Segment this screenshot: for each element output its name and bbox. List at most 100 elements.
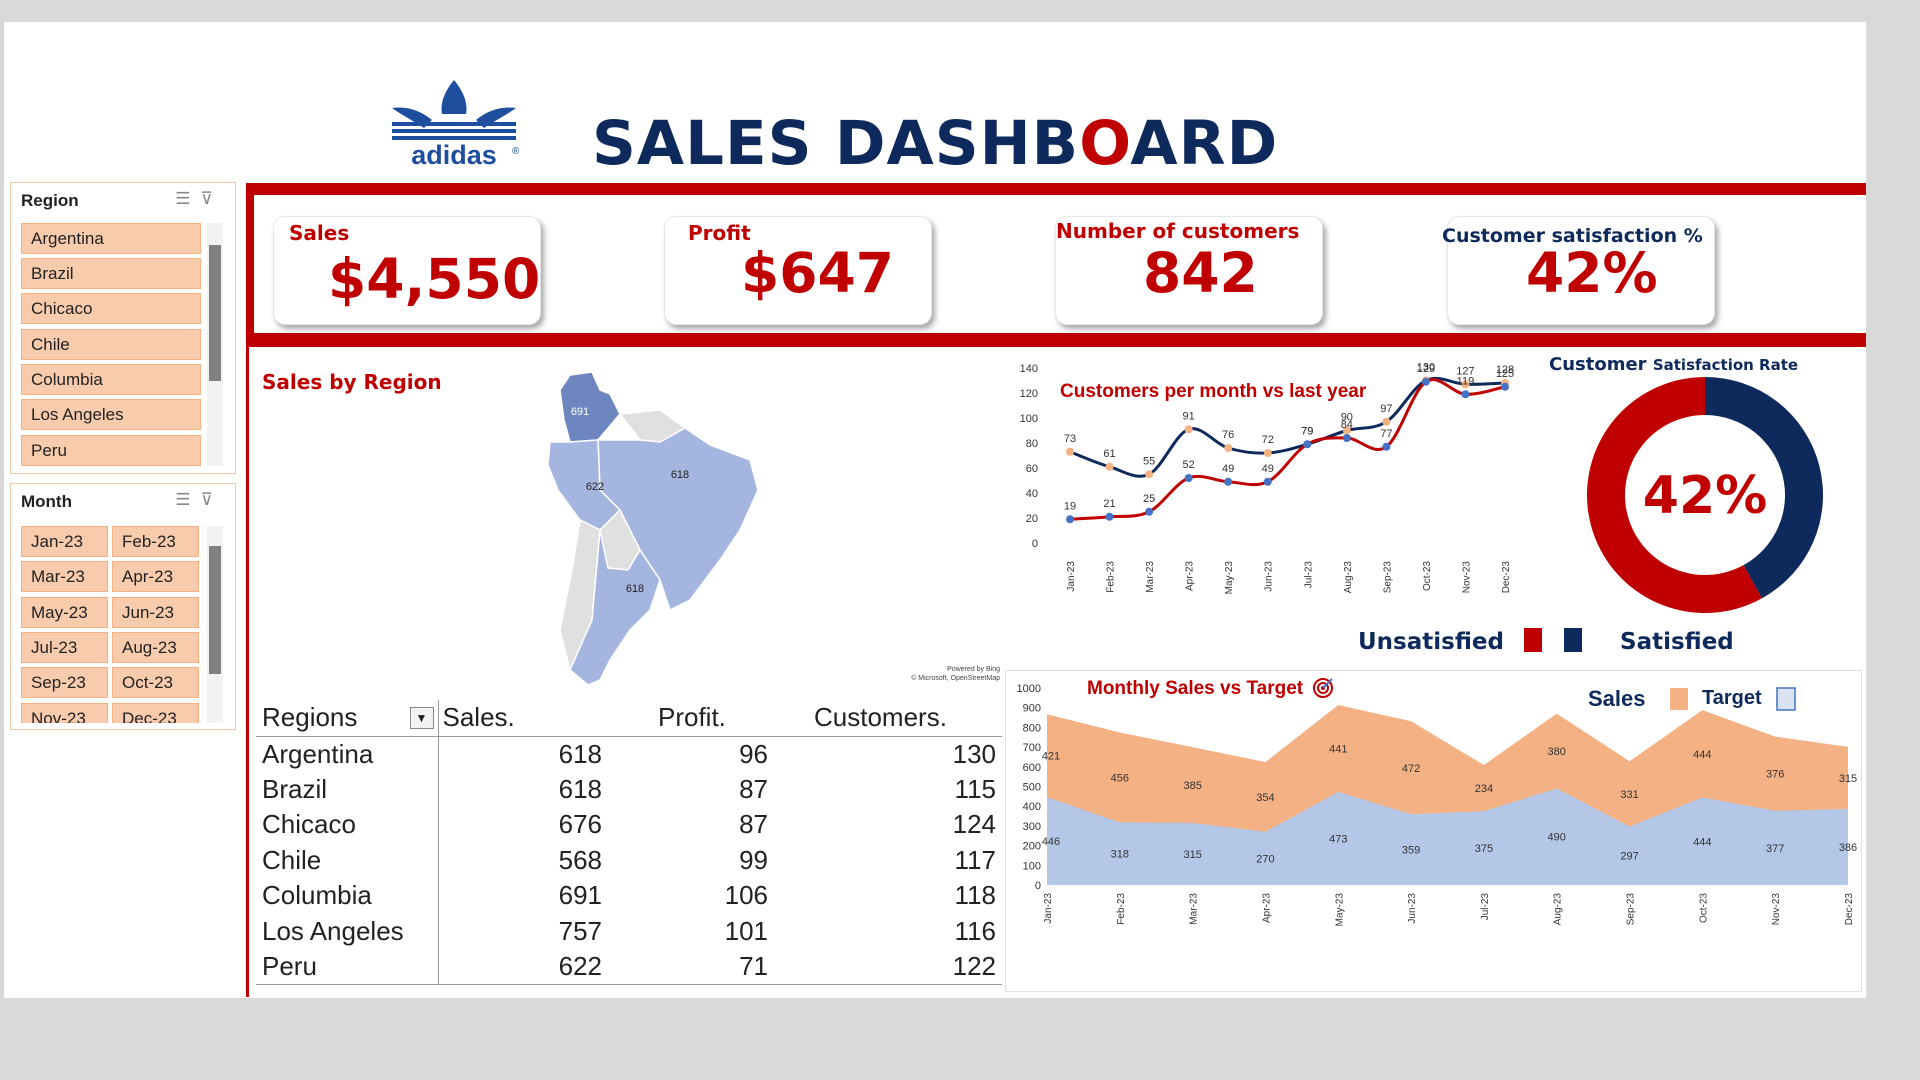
region-slicer: Region ☰⊽ Argentina Brazil Chicaco Chile… (10, 182, 236, 474)
slicer-item-month[interactable]: Jun-23 (112, 597, 199, 628)
slicer-item-month[interactable]: Jan-23 (21, 526, 108, 557)
clear-filter-icon[interactable]: ⊽ (201, 490, 223, 509)
data-label: 473 (1329, 833, 1347, 845)
legend-swatch-unsatisfied (1523, 628, 1542, 652)
slicer-item-month[interactable]: Mar-23 (21, 561, 108, 592)
multi-select-icon[interactable]: ☰ (175, 189, 200, 208)
slicer-item-region[interactable]: Columbia (21, 364, 201, 395)
legend-label-unsatisfied: Unsatisfied (1358, 629, 1504, 655)
slicer-item-month[interactable]: Nov-23 (21, 703, 108, 723)
slicer-item-region[interactable]: Peru (21, 435, 201, 466)
slicer-item-month[interactable]: Aug-23 (112, 632, 199, 663)
column-header-regions[interactable]: Regions ▼ (256, 700, 439, 737)
data-point (1303, 440, 1312, 449)
slicer-item-month[interactable]: Sep-23 (21, 667, 108, 698)
donut-title: Customer Satisfaction Rate (1549, 354, 1799, 375)
x-tick-label: Apr-23 (1185, 561, 1196, 591)
slicer-item-region[interactable]: Chicaco (21, 293, 201, 324)
data-point (1501, 382, 1509, 391)
brand-registered-mark: ® (512, 146, 520, 157)
data-label: 97 (1380, 403, 1392, 415)
data-label: 73 (1064, 433, 1076, 445)
x-tick-label: Oct-23 (1698, 893, 1709, 923)
data-label: 375 (1475, 843, 1493, 855)
target-icon (1313, 678, 1333, 698)
slicer-item-month[interactable]: Feb-23 (112, 526, 199, 557)
filter-dropdown-icon[interactable]: ▼ (409, 707, 434, 729)
slicer-item-region[interactable]: Brazil (21, 258, 201, 289)
y-tick-label: 120 (1020, 388, 1038, 400)
map-title: Sales by Region (262, 370, 442, 394)
map-label: 691 (571, 406, 589, 418)
data-point (1382, 417, 1391, 426)
slicer-scrollbar[interactable] (207, 223, 223, 466)
data-label: 380 (1548, 746, 1566, 758)
slicer-scrollbar[interactable] (207, 526, 223, 723)
data-label: 331 (1620, 789, 1638, 801)
multi-select-icon[interactable]: ☰ (175, 490, 200, 509)
kpi-value: 842 (1143, 241, 1258, 305)
slicer-item-month[interactable]: May-23 (21, 597, 108, 628)
y-tick-label: 140 (1020, 363, 1038, 375)
kpi-band-left-border (246, 183, 254, 347)
column-header-customers[interactable]: Customers. (774, 700, 1002, 737)
slicer-item-month[interactable]: Apr-23 (112, 561, 199, 592)
data-label: 72 (1262, 434, 1274, 446)
customers-line-chart[interactable]: Customers per month vs last year 0 20 40 60… (1005, 355, 1525, 605)
kpi-value: $647 (741, 241, 895, 305)
kpi-card-customers: Number of customers 842 (1055, 216, 1323, 325)
y-tick-label: 80 (1026, 438, 1038, 450)
table-row: Chicaco 676 87 124 (256, 807, 1002, 843)
slicer-item-region[interactable]: Argentina (21, 223, 201, 254)
data-label: 376 (1766, 769, 1784, 781)
data-label: 315 (1183, 849, 1201, 861)
table-row: Los Angeles 757 101 116 (256, 913, 1002, 949)
scrollbar-thumb[interactable] (209, 245, 221, 381)
column-header-profit[interactable]: Profit. (608, 700, 774, 737)
legend-label-sales: Sales (1588, 686, 1646, 711)
kpi-value: 42% (1526, 241, 1658, 305)
legend-label-target: Target (1702, 687, 1762, 709)
scrollbar-thumb[interactable] (209, 546, 221, 674)
kpi-value: $4,550 (328, 247, 541, 311)
slicer-item-region[interactable]: Chile (21, 329, 201, 360)
data-label: 49 (1222, 463, 1234, 475)
legend-swatch-target (1670, 688, 1688, 710)
kpi-band-bottom-border (246, 333, 1866, 347)
south-america-map[interactable]: 691 618 622 618 (500, 370, 770, 690)
y-tick-label: 300 (1023, 821, 1041, 833)
x-tick-label: May-23 (1224, 561, 1235, 595)
table-header-row: Regions ▼ Sales. Profit. Customers. (256, 700, 1002, 737)
brand-wordmark: adidas (411, 140, 497, 170)
clear-filter-icon[interactable]: ⊽ (201, 189, 223, 208)
x-tick-label: Feb-23 (1116, 893, 1127, 925)
slicer-title: Month (21, 492, 72, 511)
data-label: 25 (1143, 493, 1155, 505)
monthly-sales-area-chart[interactable]: Monthly Sales vs Target Sales Target 0 10… (1005, 670, 1862, 992)
slicer-item-month[interactable]: Oct-23 (112, 667, 199, 698)
data-point (1342, 434, 1351, 442)
slicer-item-region[interactable]: Los Angeles (21, 399, 201, 430)
data-label: 318 (1111, 849, 1129, 861)
y-tick-label: 400 (1023, 801, 1041, 813)
x-tick-label: Oct-23 (1422, 561, 1433, 591)
slicer-item-month[interactable]: Jul-23 (21, 632, 108, 663)
satisfaction-donut-chart[interactable]: 42% (1585, 375, 1825, 615)
kpi-card-satisfaction: Customer satisfaction % 42% (1442, 216, 1715, 325)
data-label: 297 (1620, 851, 1638, 863)
table-row: Argentina 618 96 130 (256, 736, 1002, 772)
table-row: Columbia 691 106 118 (256, 878, 1002, 914)
data-label: 76 (1222, 429, 1234, 441)
x-tick-label: Nov-23 (1771, 893, 1782, 926)
y-tick-label: 200 (1023, 841, 1041, 853)
data-label: 444 (1693, 836, 1711, 848)
map-region-columbia (559, 371, 621, 443)
slicer-item-month[interactable]: Dec-23 (112, 703, 199, 723)
x-tick-label: Dec-23 (1501, 561, 1512, 594)
column-header-sales[interactable]: Sales. (438, 700, 608, 737)
data-label: 315 (1839, 773, 1857, 785)
data-label: 472 (1402, 763, 1420, 775)
month-items-viewport: Jan-23 Feb-23 Mar-23 Apr-23 May-23 Jun-2… (19, 526, 209, 723)
legend-swatch-sales (1776, 687, 1796, 711)
chart-title: Monthly Sales vs Target (1087, 678, 1304, 699)
